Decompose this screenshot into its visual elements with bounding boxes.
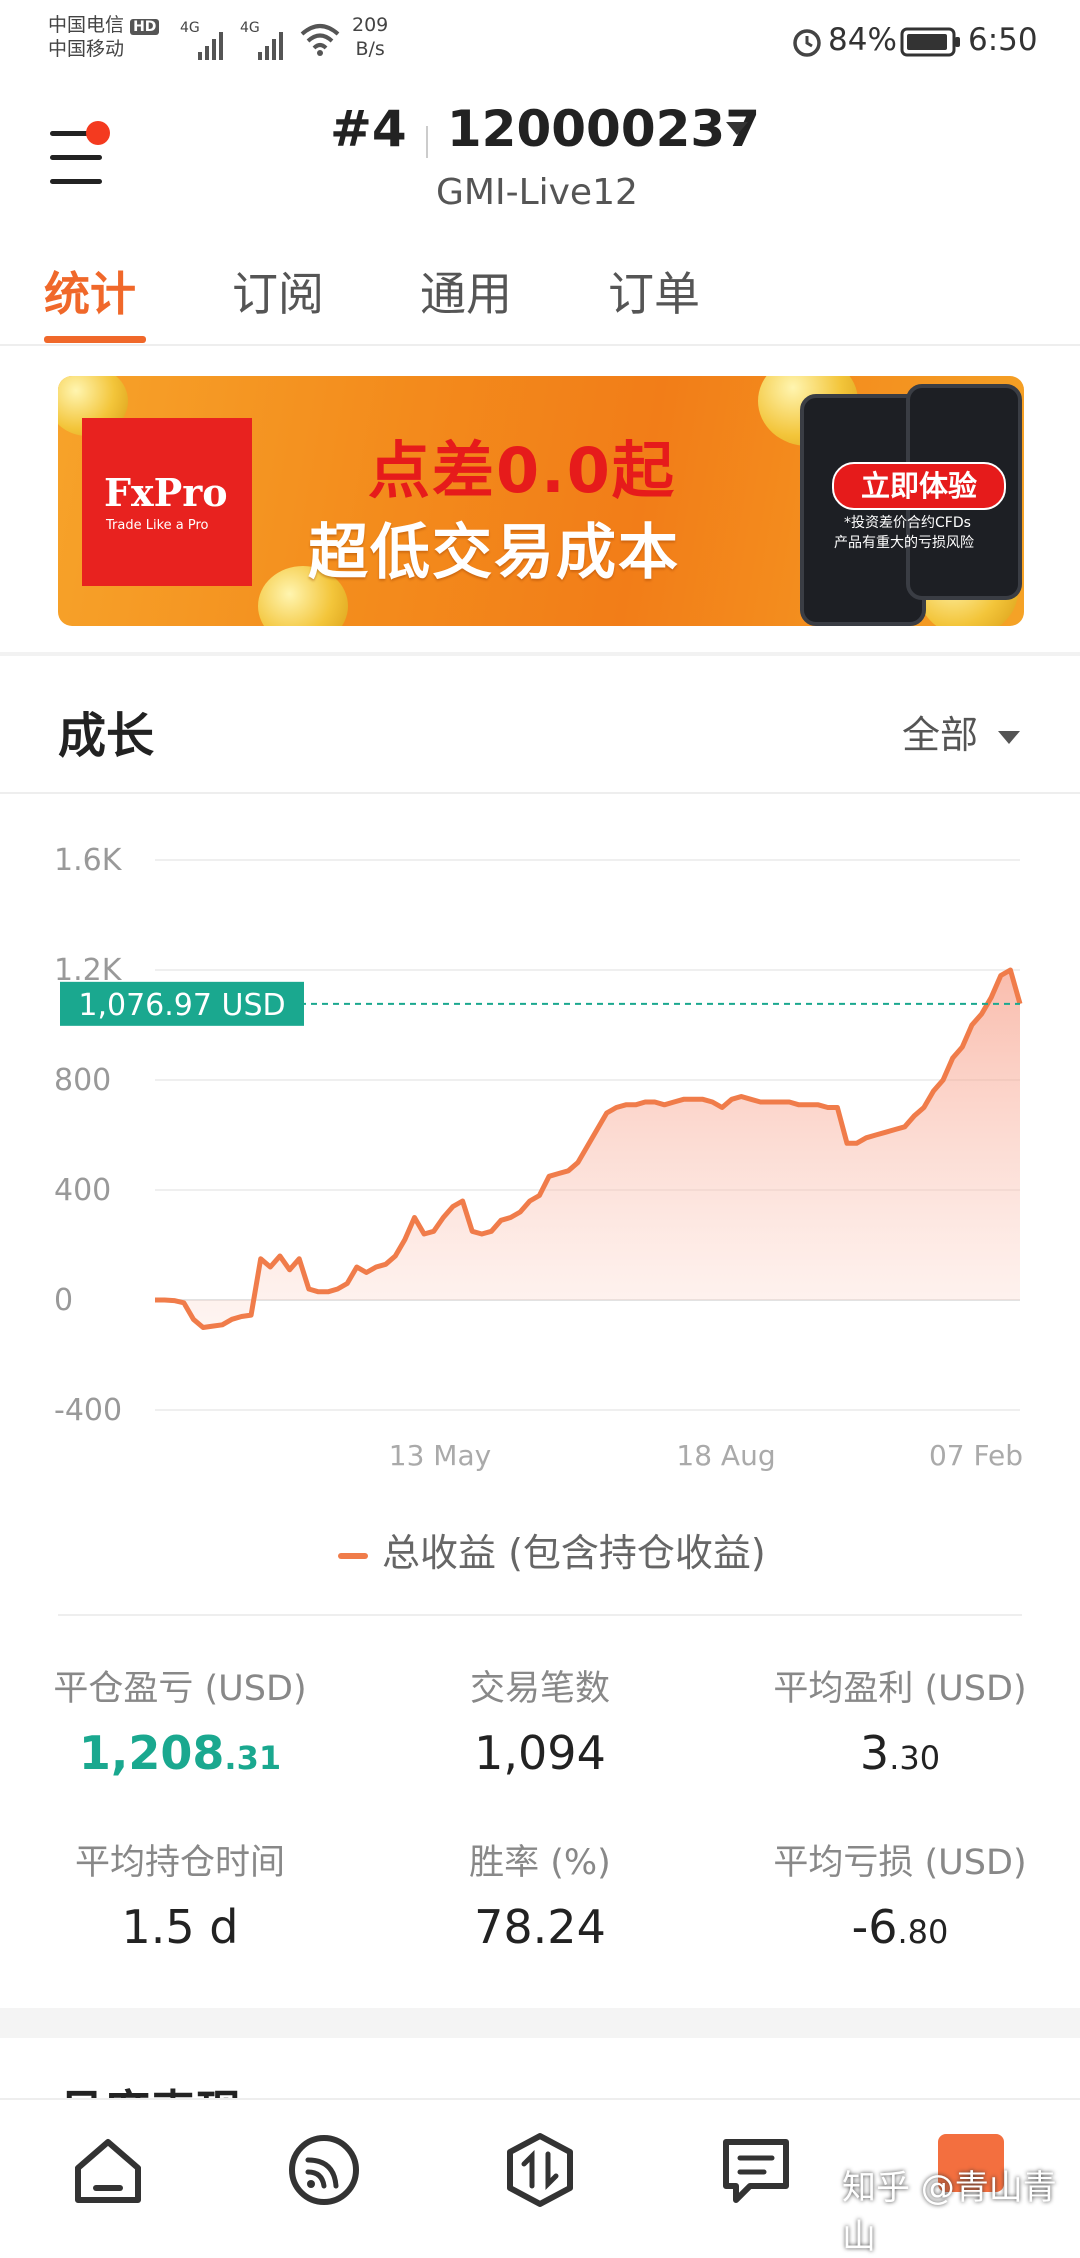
range-dropdown-label: 全部	[902, 713, 979, 757]
clock: 6:50	[968, 22, 1038, 58]
y-tick-label: 0	[54, 1283, 73, 1318]
stat-value: 1,208.31	[20, 1726, 340, 1780]
section-divider	[0, 652, 1080, 656]
ad-banner[interactable]: FxPro Trade Like a Pro 点差0.0起 超低交易成本 立即体…	[58, 376, 1024, 626]
banner-disclaimer: *投资差价合约CFDs	[844, 515, 971, 531]
watermark: 知乎 @青山青山	[842, 2168, 1057, 2257]
menu-line	[50, 179, 102, 184]
net-speed: 209 B/s	[352, 14, 389, 60]
section-divider	[0, 2008, 1080, 2038]
x-tick-label: 13 May	[389, 1439, 491, 1472]
alarm-icon	[793, 29, 821, 57]
tab-divider	[0, 344, 1080, 346]
stat-value-integer: -6	[851, 1900, 898, 1954]
caret-down-icon	[998, 731, 1021, 744]
notification-dot	[86, 121, 110, 145]
stat-value: 1,094	[380, 1726, 700, 1780]
chart-legend: 总收益 (包含持仓收益)	[338, 1522, 766, 1577]
divider	[425, 125, 428, 158]
stat-label: 胜率 (%)	[469, 1843, 611, 1883]
signal-icon[interactable]	[284, 2130, 364, 2210]
divider	[58, 1614, 1022, 1616]
stat-value: 3.30	[740, 1726, 1060, 1780]
caret-down-icon	[726, 122, 748, 135]
stat-value-decimal: .30	[889, 1739, 941, 1777]
y-tick-label: -400	[54, 1393, 122, 1428]
current-value-label: 1,076.97 USD	[78, 988, 285, 1023]
carrier2-label: 中国移动	[48, 37, 125, 60]
stat-value-decimal: .80	[897, 1913, 949, 1951]
y-tick-label: 1.6K	[54, 843, 123, 878]
trade-icon[interactable]	[500, 2130, 580, 2210]
server-name: GMI-Live12	[436, 172, 638, 213]
stat-label: 平均盈利 (USD)	[773, 1669, 1027, 1709]
account-prefix: #4	[330, 100, 407, 158]
growth-chart: 1.6K1.2K8004000-400 13 May 18 Aug 07 Feb 1…	[54, 843, 1023, 1472]
banner-cta-button[interactable]: 立即体验	[832, 462, 1006, 510]
banner-disclaimer: 产品有重大的亏损风险	[834, 535, 974, 551]
stat-label: 平均持仓时间	[74, 1843, 285, 1883]
account-selector[interactable]: #4 120000237	[330, 100, 770, 158]
battery-icon	[900, 27, 960, 57]
home-icon[interactable]	[68, 2130, 148, 2210]
stat-value-integer: 78.24	[474, 1900, 606, 1954]
tab-indicator	[44, 336, 146, 343]
carrier-info: 中国电信 HD 中国移动	[48, 14, 160, 62]
growth-title: 成长	[58, 708, 155, 764]
stat-value: 78.24	[380, 1900, 700, 1954]
tab-subscribe[interactable]: 订阅	[232, 258, 324, 324]
stat-value-decimal: .31	[224, 1739, 282, 1777]
stat-value: -6.80	[740, 1900, 1060, 1954]
range-dropdown[interactable]: 全部	[902, 704, 1021, 759]
stat-label: 平均亏损 (USD)	[773, 1843, 1027, 1883]
stat-value: 1.5 d	[20, 1900, 340, 1954]
menu-line	[50, 155, 102, 160]
stat-value-integer: 1.5 d	[121, 1900, 239, 1954]
banner-headline: 点差0.0起	[368, 434, 676, 507]
menu-button[interactable]	[40, 115, 130, 195]
y-tick-label: 400	[54, 1173, 111, 1208]
section-divider	[0, 792, 1080, 794]
tab-statistics[interactable]: 统计	[44, 258, 136, 324]
battery-percent: 84%	[828, 22, 897, 58]
hd-badge: HD	[130, 19, 160, 35]
x-tick-label: 18 Aug	[676, 1439, 775, 1472]
stat-label: 交易笔数	[469, 1669, 610, 1709]
account-number: 120000237	[446, 100, 760, 158]
tab-general[interactable]: 通用	[420, 258, 512, 324]
wifi-icon	[300, 24, 340, 56]
banner-subheadline: 超低交易成本	[308, 518, 680, 588]
carrier1-label: 中国电信	[48, 14, 125, 36]
x-tick-label: 07 Feb	[929, 1439, 1023, 1472]
stat-value-integer: 1,208	[78, 1726, 225, 1780]
y-tick-label: 800	[54, 1063, 111, 1098]
stat-value-integer: 3	[859, 1726, 890, 1780]
stat-value-integer: 1,094	[474, 1726, 606, 1780]
tab-orders[interactable]: 订单	[608, 258, 700, 324]
news-icon[interactable]	[716, 2130, 796, 2210]
legend-label: 总收益 (包含持仓收益)	[382, 1531, 766, 1575]
legend-swatch	[338, 1552, 368, 1559]
stat-label: 平仓盈亏 (USD)	[53, 1669, 307, 1709]
fxpro-logo: FxPro Trade Like a Pro	[82, 418, 252, 586]
